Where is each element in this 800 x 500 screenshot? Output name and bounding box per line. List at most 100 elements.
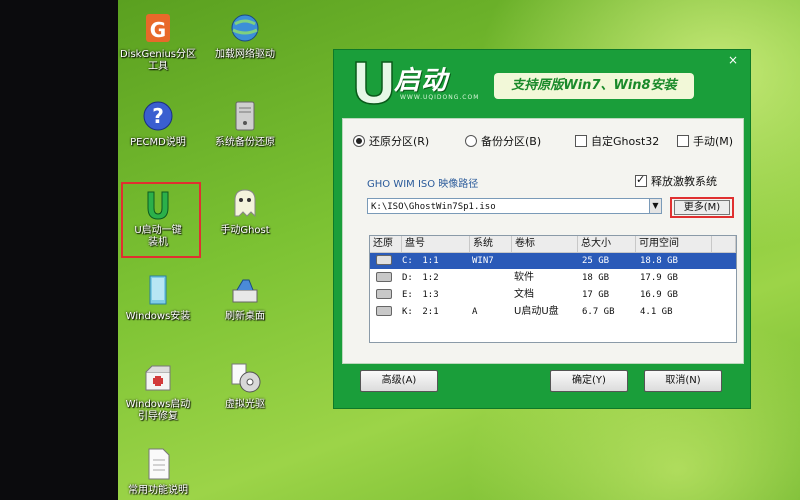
option-label: 手动(M) [693,135,734,148]
table-row[interactable]: K: 2:1 A U启动U盘 6.7 GB 4.1 GB [370,304,736,320]
desktop-icon-system-backup[interactable]: 系统备份还原 [202,98,288,149]
desktop-icon-label: PECMD说明 [130,137,186,148]
checkbox-icon [575,135,587,147]
restore-partition-option[interactable]: 还原分区(R) [353,133,429,149]
cancel-button[interactable]: 取消(N) [644,370,722,392]
path-dropdown-button[interactable]: ▼ [649,198,662,214]
disk-cell: K: 2:1 [402,304,470,320]
refresh-icon [232,279,258,303]
desktop-icon-virtual-cd[interactable]: 虚拟光驱 [202,360,288,411]
chevron-down-icon: ▼ [652,201,659,210]
drive-icon [376,289,392,299]
mode-options: 还原分区(R) 备份分区(B) 自定Ghost32 手动(M) [353,133,738,149]
backup-partition-option[interactable]: 备份分区(B) [465,133,541,149]
advanced-button[interactable]: 高级(A) [360,370,438,392]
partition-table: 还原 盘号 系统 卷标 总大小 可用空间 C: 1:1 WIN7 25 GB 1… [369,235,737,343]
radio-selected-icon [353,135,365,147]
desktop-icon-doc[interactable]: 常用功能说明 [118,446,201,497]
table-header: 还原 盘号 系统 卷标 总大小 可用空间 [370,236,736,253]
volume-cell [512,253,580,269]
restore-system-checkbox[interactable]: 释放激教系统 [635,173,717,189]
option-label: 释放激教系统 [651,175,717,188]
disk-number: 1:3 [422,290,439,300]
desktop-icon-pecmd-help[interactable]: ? PECMD说明 [118,98,201,149]
column-header[interactable]: 可用空间 [636,236,712,252]
drive-icon [376,255,392,265]
volume-cell: 文档 [514,289,534,300]
dialog-panel: 还原分区(R) 备份分区(B) 自定Ghost32 手动(M) GHO WIM … [342,118,744,364]
drive-icon-cell [370,253,402,269]
column-header[interactable]: 盘号 [402,236,470,252]
radio-icon [465,135,477,147]
free-space-cell: 4.1 GB [640,307,673,317]
screen-bezel [0,0,118,500]
drive-icon-cell [370,304,402,320]
volume-cell: 软件 [514,272,534,283]
disk-number: 1:1 [422,256,439,266]
system-cell: WIN7 [472,256,494,266]
desktop-icon-label: 加载网络驱动 [215,49,275,60]
table-row[interactable]: D: 1:2 软件 18 GB 17.9 GB [370,270,736,286]
dialog-header: 启动 WWW.UQIDONG.COM 支持原版Win7、Win8安装 × [334,50,750,114]
table-row[interactable]: E: 1:3 文档 17 GB 16.9 GB [370,287,736,303]
total-size-cell: 25 GB [582,256,610,266]
desktop-icon-refresh[interactable]: 刷新桌面 [202,272,288,323]
system-icon [235,101,255,131]
diskgenius-icon: G [146,14,170,42]
option-label: 还原分区(R) [369,135,430,148]
installer-dialog: 启动 WWW.UQIDONG.COM 支持原版Win7、Win8安装 × 还原分… [333,49,751,409]
ghost-icon [234,189,256,218]
logo-u-icon [355,61,393,105]
image-path-input[interactable]: K:\ISO\GhostWin7Sp1.iso [367,198,657,214]
ok-button[interactable]: 确定(Y) [550,370,628,392]
drive-icon-cell [370,270,402,286]
free-space-cell: 17.9 GB [640,273,678,283]
custom-ghost32-option[interactable]: 自定Ghost32 [575,133,659,149]
desktop-icon-diskgenius[interactable]: G DiskGenius分区 工具 [118,10,201,73]
checkbox-icon [677,135,689,147]
drive-letter: D: [402,273,413,283]
image-path-label: GHO WIM ISO 映像路径 [367,179,479,190]
column-header[interactable]: 总大小 [578,236,636,252]
boot-repair-icon [145,365,171,391]
windows-install-icon [149,275,167,305]
checkbox-checked-icon [635,173,647,187]
system-cell [470,270,514,286]
total-size-cell: 6.7 GB [582,307,615,317]
total-size-cell: 17 GB [582,290,610,300]
desktop-icon-manual-ghost[interactable]: 手动Ghost [202,186,288,237]
slogan-banner: 支持原版Win7、Win8安装 [494,73,694,99]
desktop-icon-network-driver[interactable]: 加载网络驱动 [202,10,288,61]
logo-subtext: WWW.UQIDONG.COM [400,94,480,101]
desktop-icon-label: 常用功能说明 [128,485,188,496]
disk-number: 2:1 [422,307,439,317]
logo-text: 启动 [394,66,449,96]
icon-highlight-frame [121,182,201,258]
network-icon [231,14,259,42]
desktop-icon-label: 刷新桌面 [225,311,265,322]
desktop-icon-label: 手动Ghost [220,225,270,236]
column-header[interactable]: 还原 [370,236,402,252]
more-button[interactable]: 更多(M) [674,200,730,215]
manual-option[interactable]: 手动(M) [677,133,733,149]
desktop-icon-windows-install[interactable]: Windows安装 [118,272,201,323]
close-button[interactable]: × [726,53,740,67]
svg-text:G: G [150,18,166,42]
free-space-cell: 18.8 GB [640,256,678,266]
desktop-icon-label: Windows启动 引导修复 [125,399,191,422]
desktop-icon-label: Windows安装 [125,311,191,322]
table-row[interactable]: C: 1:1 WIN7 25 GB 18.8 GB [370,253,736,269]
svg-text:?: ? [152,104,164,128]
desktop-icon-boot-repair[interactable]: Windows启动 引导修复 [118,360,201,423]
column-header [712,236,736,252]
doc-icon [148,448,170,480]
help-icon: ? [143,101,173,131]
column-header[interactable]: 系统 [470,236,512,252]
desktop-icon-label: 系统备份还原 [215,137,275,148]
column-header[interactable]: 卷标 [512,236,578,252]
disk-cell: E: 1:3 [402,287,470,303]
option-label: 备份分区(B) [481,135,542,148]
drive-icon [376,272,392,282]
drive-icon [376,306,392,316]
drive-letter: C: [402,256,413,266]
